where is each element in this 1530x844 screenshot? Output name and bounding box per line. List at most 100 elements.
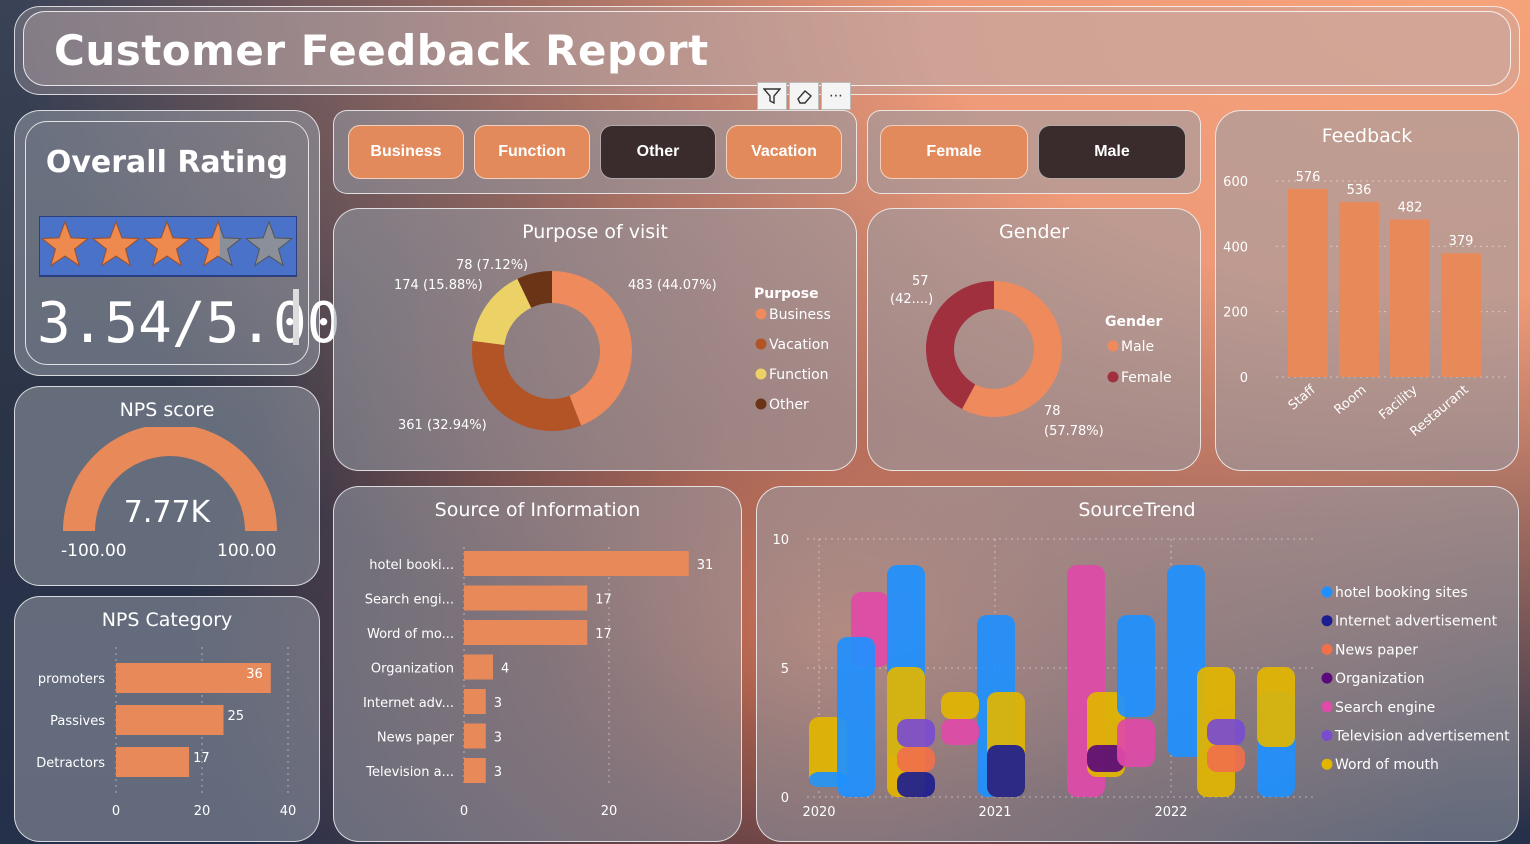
source-info-panel: Source of Information 0 20 hotel booki... 3…	[333, 486, 742, 842]
x-tick-label: 20	[601, 804, 618, 819]
slicer-button-function[interactable]: Function	[474, 125, 590, 179]
x-tick-label: 2022	[1154, 805, 1187, 820]
bar-data-label: 3	[494, 696, 502, 711]
purpose-panel: Purpose of visit 483 (44.07%) 361 (32.94%…	[333, 208, 857, 471]
y-tick-label: Internet adv...	[363, 696, 454, 711]
legend-marker	[1321, 758, 1333, 770]
star-rating	[39, 216, 297, 277]
trend-ribbon	[1117, 615, 1155, 717]
donut-data-label: 483 (44.07%)	[628, 278, 717, 293]
filter-icon[interactable]	[757, 82, 787, 110]
trend-ribbon	[941, 719, 979, 745]
legend-label: Vacation	[769, 337, 829, 353]
trend-ribbon	[837, 637, 875, 797]
slicer-button-male[interactable]: Male	[1038, 125, 1186, 179]
legend-title: Gender	[1105, 314, 1162, 330]
visual-toolbar: ⋯	[757, 82, 855, 110]
slicer-button-other[interactable]: Other	[600, 125, 716, 179]
trend-ribbon	[987, 745, 1025, 797]
donut-data-label: (42....)	[890, 292, 933, 307]
trend-ribbon	[1207, 745, 1245, 772]
x-tick-label: 0	[460, 804, 468, 819]
y-tick-label: Organization	[371, 662, 454, 677]
x-tick-label: Staff	[1286, 382, 1320, 414]
purpose-slicer: Business Function Other Vacation	[333, 110, 857, 194]
donut-data-label: 57	[912, 274, 929, 289]
source-trend-panel: SourceTrend 0 5 10 2020 2021 2022 hotel bookin…	[756, 486, 1519, 842]
x-tick-label: 40	[280, 804, 297, 819]
trend-ribbon	[1207, 719, 1245, 745]
bar-data-label: 379	[1449, 234, 1474, 249]
legend-marker	[755, 338, 767, 350]
slicer-button-vacation[interactable]: Vacation	[726, 125, 842, 179]
donut-data-label: 174 (15.88%)	[394, 278, 483, 293]
bar-data-label: 36	[246, 667, 263, 682]
rating-title: Overall Rating	[45, 145, 289, 180]
bar-data-label: 31	[697, 558, 714, 573]
trend-ribbon	[941, 692, 979, 719]
eraser-icon[interactable]	[789, 82, 819, 110]
x-tick-label: 2021	[978, 805, 1011, 820]
legend-marker	[755, 368, 767, 380]
more-options-icon[interactable]: ⋯	[821, 82, 851, 110]
trend-ribbon	[897, 719, 935, 747]
legend-marker	[1321, 615, 1333, 627]
slicer-button-female[interactable]: Female	[880, 125, 1028, 179]
page-title: Customer Feedback Report	[54, 26, 709, 75]
bar-data-label: 17	[193, 751, 210, 766]
y-tick-label: hotel booki...	[369, 558, 454, 573]
legend-label: Search engine	[1335, 700, 1435, 716]
nps-category-chart: 0 20 40 promoters 36 Passives 25 Detractors 17	[36, 647, 297, 819]
legend-title: Purpose	[754, 286, 819, 302]
legend-label: Function	[769, 367, 829, 383]
gender-panel: Gender 78 (57.78%) 57 (42....) Gender Male Fem…	[867, 208, 1201, 471]
legend-label: News paper	[1335, 642, 1418, 658]
donut-data-label: 361 (32.94%)	[398, 418, 487, 433]
source-info-bar	[464, 654, 493, 680]
legend-label: Male	[1121, 339, 1154, 355]
nps-score-value: 7.77K	[123, 495, 211, 530]
legend-marker	[1321, 730, 1333, 741]
legend-marker	[1321, 672, 1333, 684]
source-info-bar	[464, 689, 486, 714]
bar-data-label: 4	[501, 662, 509, 677]
trend-ribbon	[897, 772, 935, 797]
feedback-bar	[1390, 219, 1430, 377]
bar-data-label: 3	[494, 731, 502, 746]
donut-data-label: (57.78%)	[1044, 424, 1104, 439]
rating-panel: Overall Rating 3.54/5.00	[14, 110, 340, 376]
nps-score-title: NPS score	[119, 399, 215, 421]
nps-score-panel: NPS score 7.77K -100.00 100.00	[14, 386, 320, 586]
y-tick-label: 600	[1223, 175, 1248, 190]
gender-slicer: Female Male	[867, 110, 1201, 194]
source-trend-chart: 0 5 10 2020 2021 2022 hotel booking sites Inter…	[772, 533, 1510, 820]
y-tick-label: 200	[1223, 306, 1248, 321]
source-info-bar	[464, 585, 588, 611]
legend-label: Word of mouth	[1335, 757, 1439, 773]
legend-marker	[755, 308, 767, 320]
bar-data-label: 17	[595, 627, 612, 642]
source-info-bar	[464, 620, 588, 645]
source-info-bar-chart: 0 20 hotel booki... 31 Search engi... 17 Word …	[363, 547, 714, 819]
rating-scrollbar	[293, 289, 299, 345]
legend-marker	[1107, 371, 1119, 383]
bar-data-label: 3	[494, 765, 502, 780]
legend-label: Other	[769, 397, 809, 413]
legend-label: Female	[1121, 370, 1172, 386]
x-tick-label: 2020	[802, 805, 835, 820]
legend-marker	[755, 398, 767, 410]
legend-label: hotel booking sites	[1335, 585, 1468, 601]
source-info-bar	[464, 723, 486, 749]
feedback-bar	[1339, 201, 1379, 377]
y-tick-label: Television a...	[365, 765, 454, 780]
x-tick-label: Facility	[1376, 382, 1420, 423]
y-tick-label: 400	[1223, 240, 1248, 255]
bar-data-label: 17	[595, 593, 612, 608]
donut-data-label: 78 (7.12%)	[456, 258, 528, 273]
x-tick-label: 20	[194, 804, 211, 819]
legend-marker	[1321, 643, 1333, 655]
y-tick-label: 10	[772, 533, 789, 548]
slicer-button-business[interactable]: Business	[348, 125, 464, 179]
trend-ribbon	[1117, 719, 1155, 767]
nps-category-bar	[116, 747, 190, 777]
